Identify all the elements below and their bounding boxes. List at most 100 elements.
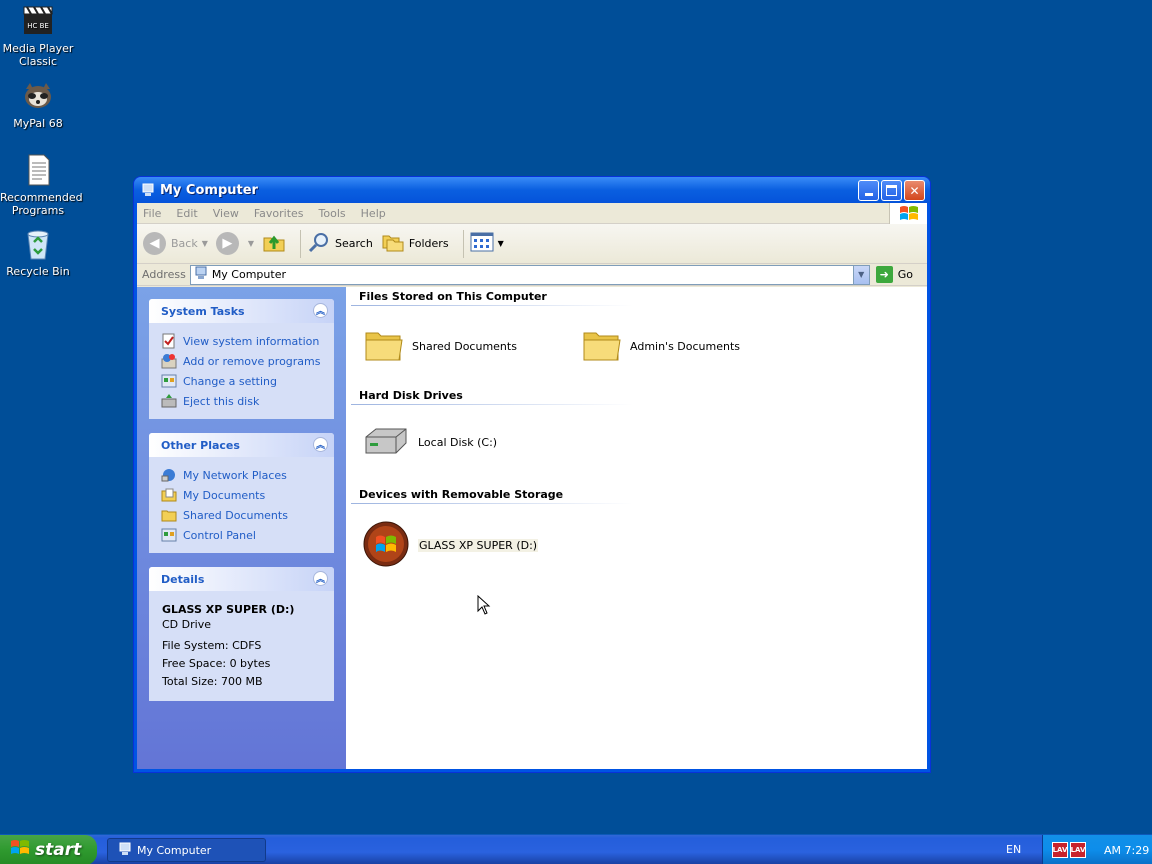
system-tray: LAV LAV AM 7:29 [1042,835,1152,864]
toolbar-separator [462,229,464,258]
toolbar-separator [300,229,302,258]
place-shared-documents[interactable]: Shared Documents [161,505,324,525]
toolbar: ◀ Back ▼ ▶ ▼ Search Folders ▼ [137,224,927,264]
lav-filter-icon[interactable]: LAV [1070,842,1086,858]
item-local-disk-c[interactable]: Local Disk (C:) [362,425,497,460]
details-file-system: File System: CDFS [162,639,262,652]
panel-title: Other Places [161,438,240,452]
task-label: Change a setting [183,374,277,388]
clapperboard-icon: HC BE [21,4,55,38]
task-add-remove-programs[interactable]: Add or remove programs [161,351,324,371]
taskbar-item-my-computer[interactable]: My Computer [107,838,266,862]
item-label: Local Disk (C:) [418,436,498,449]
go-label: Go [897,268,913,281]
views-button[interactable]: ▼ [470,232,504,255]
place-label: Control Panel [183,528,256,542]
back-button[interactable]: ◀ Back ▼ [143,232,208,255]
desktop-icon-label: MyPal 68 [13,117,63,130]
back-label: Back [171,237,198,250]
add-remove-programs-icon [161,353,177,369]
system-tasks-panel: System Tasks ︽ View system information A… [149,299,334,419]
search-label: Search [335,237,373,250]
minimize-icon [864,193,873,196]
place-label: Shared Documents [183,508,288,522]
close-button[interactable]: ✕ [904,180,925,201]
start-button[interactable]: start [0,835,97,864]
task-change-setting[interactable]: Change a setting [161,371,324,391]
menu-tools[interactable]: Tools [319,207,346,220]
menu-bar: File Edit View Favorites Tools Help [137,203,927,224]
back-dropdown-icon[interactable]: ▼ [202,239,208,248]
task-label: Add or remove programs [183,354,321,368]
system-tasks-header[interactable]: System Tasks ︽ [149,299,334,323]
my-computer-window: My Computer ✕ File Edit View Favorites T… [133,176,931,773]
recycle-bin-icon [21,227,55,261]
collapse-chevron-icon[interactable]: ︽ [313,437,328,452]
my-computer-icon [118,842,132,859]
place-my-documents[interactable]: My Documents [161,485,324,505]
up-folder-icon [262,230,286,257]
menu-favorites[interactable]: Favorites [254,207,304,220]
group-divider [351,503,633,504]
views-icon [470,232,494,255]
group-divider [351,404,633,405]
menu-file[interactable]: File [143,207,161,220]
lav-filter-icon[interactable]: LAV [1052,842,1068,858]
forward-button[interactable]: ▶ ▼ [215,232,254,255]
place-control-panel[interactable]: Control Panel [161,525,324,545]
views-dropdown-icon[interactable]: ▼ [498,239,504,248]
title-bar[interactable]: My Computer ✕ [134,177,930,203]
task-label: View system information [183,334,320,348]
task-eject-disk[interactable]: Eject this disk [161,391,324,411]
folders-button[interactable]: Folders [381,230,449,257]
collapse-chevron-icon[interactable]: ︽ [313,571,328,586]
menu-view[interactable]: View [213,207,239,220]
mouse-cursor-icon [477,594,491,618]
folder-icon [582,327,622,366]
minimize-button[interactable] [858,180,879,201]
place-my-network-places[interactable]: My Network Places [161,465,324,485]
desktop-icon-recycle-bin[interactable]: Recycle Bin [0,227,76,278]
windows-logo-icon [889,203,927,224]
details-header[interactable]: Details ︽ [149,567,334,591]
clock[interactable]: AM 7:29 [1104,844,1149,857]
address-dropdown-icon[interactable]: ▼ [852,265,869,284]
group-title-removable-storage: Devices with Removable Storage [359,488,564,501]
address-input[interactable]: My Computer ▼ [189,264,870,285]
desktop-icon-mypal[interactable]: MyPal 68 [0,79,76,130]
details-total-size: Total Size: 700 MB [162,675,263,688]
task-view-system-information[interactable]: View system information [161,331,324,351]
svg-text:HC BE: HC BE [27,22,49,30]
window-title: My Computer [160,182,258,198]
panel-title: System Tasks [161,304,245,318]
place-label: My Documents [183,488,266,502]
close-icon: ✕ [909,183,920,198]
language-indicator[interactable]: EN [1006,843,1021,856]
search-button[interactable]: Search [307,230,373,257]
address-label: Address [142,268,186,281]
folders-icon [381,230,405,257]
up-button[interactable] [262,230,286,257]
explorer-body: System Tasks ︽ View system information A… [137,287,927,769]
item-label: Admin's Documents [630,340,741,353]
cd-drive-icon [362,520,410,571]
desktop-icon-recommended-programs[interactable]: Recommended Programs [0,153,83,217]
text-file-icon [21,153,55,187]
go-button[interactable]: ➜ Go [875,266,913,283]
item-admins-documents[interactable]: Admin's Documents [582,327,740,366]
menu-help[interactable]: Help [361,207,386,220]
taskbar: start My Computer EN LAV LAV AM 7:29 [0,834,1152,864]
forward-dropdown-icon[interactable]: ▼ [248,239,254,248]
eject-disk-icon [161,393,177,409]
desktop-icon-media-player-classic[interactable]: HC BE Media Player Classic [0,4,76,68]
details-name: GLASS XP SUPER (D:) [162,603,295,616]
item-cd-drive-d[interactable]: GLASS XP SUPER (D:) [362,520,539,571]
item-label: Shared Documents [412,340,517,353]
maximize-button[interactable] [881,180,902,201]
collapse-chevron-icon[interactable]: ︽ [313,303,328,318]
other-places-header[interactable]: Other Places ︽ [149,433,334,457]
group-divider [351,305,633,306]
folders-label: Folders [408,237,449,250]
item-shared-documents[interactable]: Shared Documents [364,327,517,366]
menu-edit[interactable]: Edit [176,207,197,220]
